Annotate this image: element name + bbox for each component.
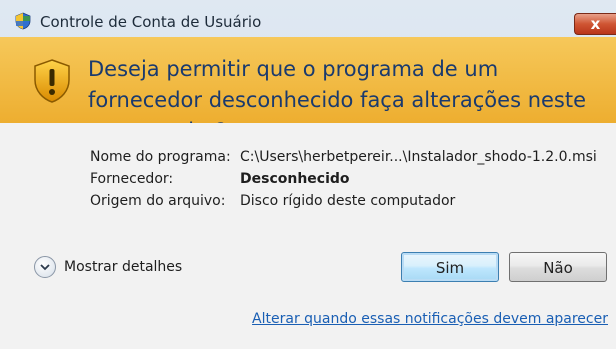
uac-dialog: Controle de Conta de Usuário x Deseja pe… (0, 0, 616, 349)
uac-shield-icon (15, 12, 31, 30)
chevron-down-icon[interactable] (34, 256, 56, 278)
show-details-toggle[interactable]: Mostrar detalhes (34, 256, 182, 278)
program-details: Nome do programa: C:\Users\herbetpereir..… (90, 146, 597, 212)
publisher-value: Desconhecido (240, 171, 350, 187)
close-button[interactable]: x (574, 13, 616, 35)
program-name-label: Nome do programa: (90, 149, 231, 165)
detail-row-program: Nome do programa: C:\Users\herbetpereir..… (90, 146, 597, 168)
publisher-label: Fornecedor: (90, 171, 174, 187)
no-button[interactable]: Não (509, 252, 607, 282)
yes-button[interactable]: Sim (401, 252, 499, 282)
detail-row-publisher: Fornecedor: Desconhecido (90, 168, 597, 190)
warning-shield-icon (34, 59, 70, 103)
file-origin-label: Origem do arquivo: (90, 193, 226, 209)
file-origin-value: Disco rígido deste computador (240, 193, 456, 209)
notification-settings-link[interactable]: Alterar quando essas notificações devem … (252, 311, 608, 327)
title-bar: Controle de Conta de Usuário x (0, 0, 616, 36)
show-details-label[interactable]: Mostrar detalhes (64, 259, 182, 275)
window-title: Controle de Conta de Usuário (40, 13, 262, 31)
detail-row-origin: Origem do arquivo: Disco rígido deste com… (90, 190, 597, 212)
program-name-value: C:\Users\herbetpereir...\Instalador_shod… (240, 149, 597, 165)
